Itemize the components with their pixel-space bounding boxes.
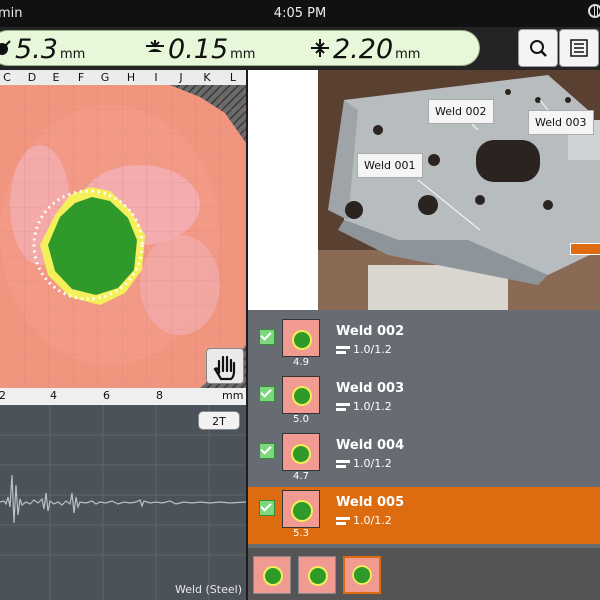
status-time: 4:05 PM <box>273 6 327 21</box>
menu-button[interactable] <box>559 29 599 67</box>
diameter-measurement: 5.3 mm <box>0 34 85 65</box>
weld-spec: 1.0/1.2 <box>336 457 392 470</box>
weld-thumbnail <box>282 490 320 528</box>
measurement-readout: 5.3 mm 0.15 mm 2.20 mm <box>0 30 480 66</box>
material-label: Weld (Steel) <box>174 583 242 596</box>
menu-icon <box>570 39 588 57</box>
ruler-tick: 4 <box>50 389 57 402</box>
scan-thumbnail[interactable] <box>253 556 291 594</box>
ruler-tick: 2 <box>0 389 6 402</box>
weld-checkbox[interactable] <box>259 443 275 459</box>
plate-icon <box>336 346 350 354</box>
weld-checkbox[interactable] <box>259 386 275 402</box>
weld-checkbox[interactable] <box>259 500 275 516</box>
column-label: I <box>154 71 158 84</box>
a-scan-panel: 2T Weld (Steel) <box>0 405 246 600</box>
pan-button[interactable] <box>206 348 244 384</box>
globe-icon <box>588 4 600 18</box>
c-scan-column-header: C D E F G H I J K L <box>0 70 246 85</box>
scan-thumbnail[interactable] <box>298 556 336 594</box>
column-label: D <box>27 71 37 84</box>
thickness-icon <box>309 38 331 63</box>
scan-thumbnail-strip <box>248 548 600 600</box>
part-photo[interactable]: Weld 002 Weld 003 Weld 001 <box>248 70 600 310</box>
weld-spec: 1.0/1.2 <box>336 400 392 413</box>
column-label: K <box>203 71 211 84</box>
measurement-toolbar: 5.3 mm 0.15 mm 2.20 mm <box>0 27 600 70</box>
search-button[interactable] <box>518 29 558 67</box>
ruler-unit: mm <box>222 389 244 402</box>
weld-name: Weld 005 <box>336 495 405 510</box>
plate-icon <box>336 460 350 468</box>
weld-spec: 1.0/1.2 <box>336 343 392 356</box>
column-label: J <box>179 71 183 84</box>
status-bar: min 4:05 PM <box>0 0 600 27</box>
weld-value: 5.3 <box>293 528 309 539</box>
column-label: E <box>52 71 60 84</box>
selected-weld-callout-marker[interactable] <box>570 243 600 255</box>
thickness-measurement: 2.20 mm <box>309 34 420 65</box>
weld-value: 4.7 <box>293 471 309 482</box>
mm-ruler: 2 4 6 8 mm <box>0 388 246 405</box>
weld-list-row[interactable]: 5.0 Weld 003 1.0/1.2 <box>248 373 600 430</box>
column-label: C <box>3 71 11 84</box>
column-label: G <box>100 71 110 84</box>
indentation-icon <box>144 38 166 63</box>
weld-thumbnail <box>282 376 320 414</box>
weld-callout[interactable]: Weld 002 <box>428 99 494 124</box>
c-scan-panel: C D E F G H I J K L <box>0 70 246 388</box>
weld-name: Weld 003 <box>336 381 405 396</box>
weld-checkbox[interactable] <box>259 329 275 345</box>
weld-value: 5.0 <box>293 414 309 425</box>
search-icon <box>530 40 547 57</box>
a-scan-waveform <box>0 405 246 600</box>
weld-value: 4.9 <box>293 357 309 368</box>
weld-thumbnail <box>282 433 320 471</box>
ruler-tick: 6 <box>103 389 110 402</box>
weld-list-row-selected[interactable]: 5.3 Weld 005 1.0/1.2 <box>248 487 600 544</box>
ruler-tick: 8 <box>156 389 163 402</box>
weld-name: Weld 004 <box>336 438 405 453</box>
diameter-icon <box>0 38 13 63</box>
weld-list-row[interactable]: 4.7 Weld 004 1.0/1.2 <box>248 430 600 487</box>
column-label: L <box>229 71 237 84</box>
weld-name: Weld 002 <box>336 324 405 339</box>
plate-icon <box>336 517 350 525</box>
weld-list: 4.9 Weld 002 1.0/1.2 5.0 Weld 003 1.0/1.… <box>248 310 600 548</box>
plate-icon <box>336 403 350 411</box>
weld-callout[interactable]: Weld 001 <box>357 153 423 178</box>
c-scan-image[interactable] <box>0 85 246 388</box>
weld-thumbnail <box>282 319 320 357</box>
scan-thumbnail-active[interactable] <box>343 556 381 594</box>
column-label: H <box>126 71 136 84</box>
weld-callout[interactable]: Weld 003 <box>528 110 594 135</box>
column-label: F <box>77 71 85 84</box>
gate-2t-button[interactable]: 2T <box>198 411 240 430</box>
indentation-measurement: 0.15 mm <box>144 34 255 65</box>
weld-spec: 1.0/1.2 <box>336 514 392 527</box>
weld-list-row[interactable]: 4.9 Weld 002 1.0/1.2 <box>248 316 600 373</box>
hand-icon <box>213 355 236 381</box>
